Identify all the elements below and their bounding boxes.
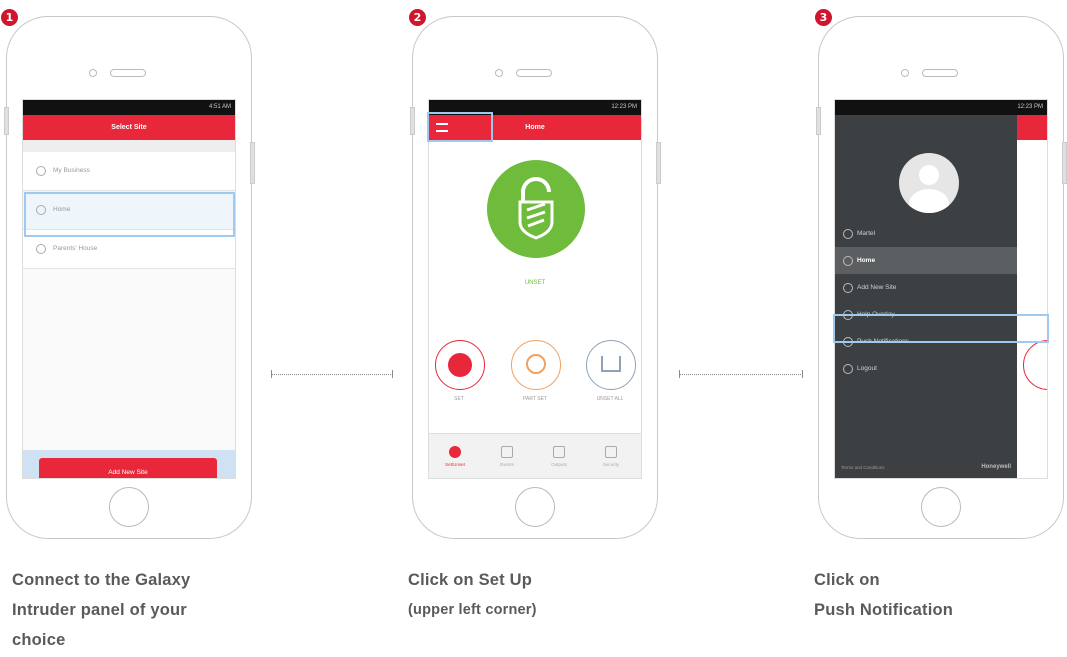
tab-label: Security (602, 462, 620, 467)
app-screen: 12:23 PM Home UNSET SET PART SET UNSET A… (428, 99, 642, 479)
drawer-item-home[interactable]: Home (835, 247, 1017, 274)
house-icon (601, 356, 621, 372)
speaker-grille (922, 69, 958, 77)
house-lock-icon (526, 354, 546, 374)
set-unset-tab-icon[interactable] (449, 446, 461, 458)
open-padlock-icon (518, 177, 554, 240)
volume-button (410, 107, 415, 135)
mode-label: UNSET ALL (596, 396, 624, 402)
mode-label: SET (454, 396, 464, 402)
set-button-partial (1023, 340, 1047, 390)
step-connector (271, 370, 393, 378)
speaker-grille (516, 69, 552, 77)
security-tab-icon[interactable] (605, 446, 617, 458)
tab-label: Events (500, 462, 514, 467)
location-pin-icon (843, 229, 853, 239)
app-title-bar: Select Site (23, 115, 235, 140)
set-mode-button[interactable] (435, 340, 485, 390)
events-tab-icon[interactable] (501, 446, 513, 458)
front-camera (901, 69, 909, 77)
phone-frame: 12:23 PM Home UNSET SET PART SET UNSET A… (410, 16, 661, 539)
drawer-item-add-site[interactable]: Add New Site (835, 274, 1017, 301)
bottom-tab-bar: Set/Unset Events Outputs Security (429, 433, 641, 478)
status-bar: 4:51 AM (23, 100, 235, 115)
app-screen: 4:51 AM Select Site My Business Home Par… (22, 99, 236, 479)
home-button (515, 487, 555, 527)
step-caption: Click on Set Up (upper left corner) (408, 571, 537, 618)
terms-link[interactable]: Terms and Conditions (841, 465, 885, 470)
mode-label: PART SET (523, 396, 547, 402)
location-pin-icon (36, 244, 46, 254)
step-connector (679, 370, 803, 378)
user-avatar (899, 153, 959, 213)
step-number-badge: 3 (815, 9, 832, 26)
app-screen: 12:23 PM Martel Home Add New Site Help O… (834, 99, 1048, 479)
volume-button (4, 107, 9, 135)
drawer-item-logout[interactable]: Logout (835, 355, 1017, 382)
power-icon (843, 364, 853, 374)
status-bar: 12:23 PM (835, 100, 1047, 115)
site-list-item[interactable]: My Business (23, 152, 235, 191)
unset-lock-button[interactable] (487, 160, 585, 258)
volume-button (816, 107, 821, 135)
step-number-badge: 1 (1, 9, 18, 26)
push-notifications-highlight (833, 314, 1049, 343)
tab-label: Outputs (551, 462, 567, 467)
drawer-item-site[interactable]: Martel (835, 220, 1017, 247)
speaker-grille (110, 69, 146, 77)
unset-all-mode-button[interactable] (586, 340, 636, 390)
location-pin-icon (843, 256, 853, 266)
honeywell-logo: Honeywell (981, 464, 1011, 470)
part-set-mode-button[interactable] (511, 340, 561, 390)
app-title-bar-partial (1017, 115, 1047, 140)
plus-circle-icon (843, 283, 853, 293)
step-caption: Click on Push Notification (814, 571, 954, 619)
add-new-site-button[interactable]: Add New Site (39, 458, 217, 478)
front-camera (89, 69, 97, 77)
step-number-badge: 2 (409, 9, 426, 26)
outputs-tab-icon[interactable] (553, 446, 565, 458)
system-state-label: UNSET (524, 280, 546, 286)
front-camera (495, 69, 503, 77)
home-button (921, 487, 961, 527)
selection-highlight (24, 192, 235, 237)
menu-highlight (427, 112, 493, 142)
location-pin-icon (36, 166, 46, 176)
power-button (250, 142, 255, 184)
tab-label: Set/Unset (445, 462, 465, 467)
phone-frame: 12:23 PM Martel Home Add New Site Help O… (816, 16, 1067, 539)
step-caption: Connect to the Galaxy Intruder panel of … (12, 571, 191, 649)
power-button (656, 142, 661, 184)
padlock-icon (448, 353, 472, 377)
home-button (109, 487, 149, 527)
power-button (1062, 142, 1067, 184)
phone-frame: 4:51 AM Select Site My Business Home Par… (4, 16, 255, 539)
navigation-drawer: Martel Home Add New Site Help Overlay Pu… (835, 115, 1017, 478)
